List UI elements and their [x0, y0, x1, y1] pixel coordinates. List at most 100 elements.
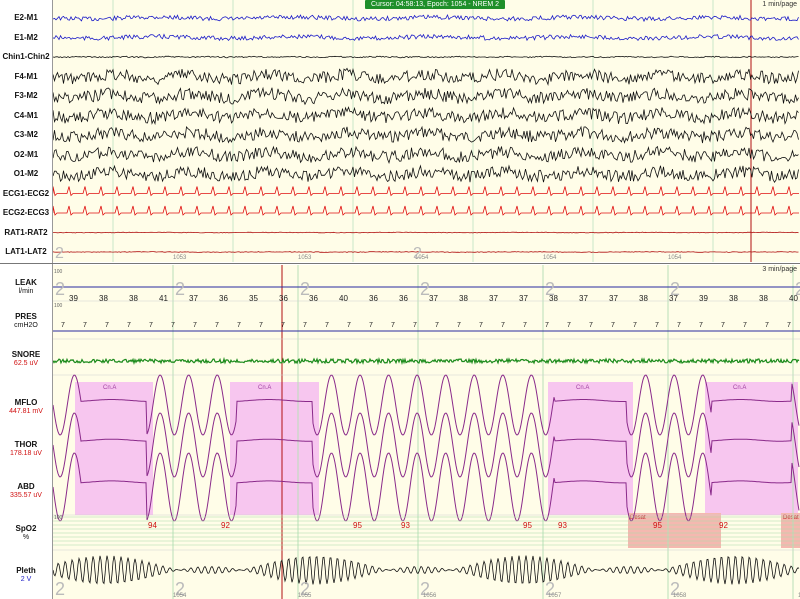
leak-value: 37 [489, 294, 498, 303]
abd-trace [53, 452, 800, 522]
pres-value: 7 [215, 322, 219, 329]
channel-label[interactable]: F3-M2 [0, 91, 52, 100]
thor-label[interactable]: THOR 178.18 uV [0, 440, 52, 458]
spo2-value: 94 [148, 521, 157, 530]
leak-value: 39 [69, 294, 78, 303]
spo2-value: 95 [523, 521, 532, 530]
leak-value: 37 [189, 294, 198, 303]
pres-value: 7 [149, 322, 153, 329]
pres-value: 7 [347, 322, 351, 329]
snore-trace [53, 356, 800, 366]
stage-marker: 2 [413, 245, 422, 262]
channel-label[interactable]: O2-M1 [0, 150, 52, 159]
abd-label[interactable]: ABD 335.57 uV [0, 482, 52, 500]
spo2-value: 95 [353, 521, 362, 530]
channel-label[interactable]: E2-M1 [0, 13, 52, 22]
apnea-event[interactable] [75, 382, 153, 515]
epoch-label: 1054 [543, 255, 557, 261]
stage-marker: 2 [55, 279, 65, 299]
channel-label[interactable]: ECG1-ECG2 [0, 189, 52, 198]
waveform [53, 125, 799, 144]
pres-value: 7 [611, 322, 615, 329]
pres-value: 7 [545, 322, 549, 329]
scale-label: 100 [54, 515, 63, 521]
epoch-label: 1054 [173, 593, 187, 599]
stage-marker: 2 [670, 279, 680, 299]
pres-value: 7 [479, 322, 483, 329]
channel-label[interactable]: O1-M2 [0, 169, 52, 178]
mflo-label[interactable]: MFLO 447.81 mV [0, 398, 52, 416]
pres-value: 7 [655, 322, 659, 329]
bottom-scale-label: 3 min/page [762, 266, 797, 273]
spo2-value: 92 [221, 521, 230, 530]
epoch-label: 1053 [173, 255, 187, 261]
waveform [53, 164, 799, 183]
epoch-label: 1055 [298, 593, 312, 599]
leak-value: 36 [219, 294, 228, 303]
leak-value: 36 [279, 294, 288, 303]
pres-value: 7 [743, 322, 747, 329]
pres-value: 7 [501, 322, 505, 329]
spo2-value: 95 [653, 521, 662, 530]
pres-value: 7 [699, 322, 703, 329]
channel-label[interactable]: RAT1-RAT2 [0, 228, 52, 237]
pres-value: 7 [391, 322, 395, 329]
pres-value: 7 [787, 322, 791, 329]
leak-value: 38 [759, 294, 768, 303]
waveform [53, 231, 799, 234]
channel-label[interactable]: ECG2-ECG3 [0, 208, 52, 217]
leak-value: 38 [729, 294, 738, 303]
pres-value: 7 [677, 322, 681, 329]
channel-label[interactable]: F4-M1 [0, 72, 52, 81]
waveform [53, 251, 799, 253]
spo2-value: 93 [558, 521, 567, 530]
pres-value: 7 [457, 322, 461, 329]
pres-value: 7 [83, 322, 87, 329]
eeg-panel[interactable]: 1053 1053 1054 1054 1054 2 2 [53, 0, 800, 262]
leak-label[interactable]: LEAK l/min [0, 278, 52, 296]
pres-value: 7 [259, 322, 263, 329]
top-scale-label: 1 min/page [762, 1, 797, 8]
event-tag: Cn.A [733, 385, 746, 391]
channel-label[interactable]: C3-M2 [0, 130, 52, 139]
leak-value: 39 [699, 294, 708, 303]
channel-label[interactable]: LAT1-LAT2 [0, 247, 52, 256]
eeg-waveforms: 1053 1053 1054 1054 10542 2 [53, 0, 799, 262]
pleth-label[interactable]: Pleth 2 V [0, 566, 52, 584]
pres-value: 7 [633, 322, 637, 329]
stage-marker: 2 [795, 279, 800, 299]
epoch-label: 1058 [673, 593, 687, 599]
channel-label[interactable]: E1-M2 [0, 33, 52, 42]
pres-value: 7 [325, 322, 329, 329]
channel-label[interactable]: Chin1-Chin2 [0, 52, 52, 61]
waveform [53, 186, 799, 197]
leak-value: 36 [309, 294, 318, 303]
pres-value: 7 [193, 322, 197, 329]
leak-value: 36 [369, 294, 378, 303]
leak-value: 35 [249, 294, 258, 303]
waveform [53, 55, 799, 59]
stage-marker: 2 [175, 279, 185, 299]
pres-value: 7 [413, 322, 417, 329]
epoch-label: 1057 [548, 593, 562, 599]
event-tag: Cn.A [576, 385, 589, 391]
leak-value: 38 [99, 294, 108, 303]
apnea-event[interactable] [705, 382, 798, 515]
leak-value: 37 [429, 294, 438, 303]
spo2-label[interactable]: SpO2 % [0, 524, 52, 542]
spo2-value: 92 [719, 521, 728, 530]
epoch-label: 1053 [298, 255, 312, 261]
leak-value: 36 [399, 294, 408, 303]
stage-marker: 2 [420, 279, 430, 299]
snore-label[interactable]: SNORE 62.5 uV [0, 350, 52, 368]
pres-label[interactable]: PRES cmH2O [0, 312, 52, 330]
pres-value: 7 [303, 322, 307, 329]
stage-marker: 2 [55, 245, 64, 262]
respiratory-panel[interactable]: Cn.A Cn.A Cn.A Cn.A Desat Desat 39 38 38 41 37 36 35… [53, 265, 800, 599]
waveform [53, 145, 799, 164]
pres-value: 7 [61, 322, 65, 329]
channel-label[interactable]: C4-M1 [0, 111, 52, 120]
leak-value: 37 [579, 294, 588, 303]
pres-value: 7 [765, 322, 769, 329]
leak-value: 37 [609, 294, 618, 303]
